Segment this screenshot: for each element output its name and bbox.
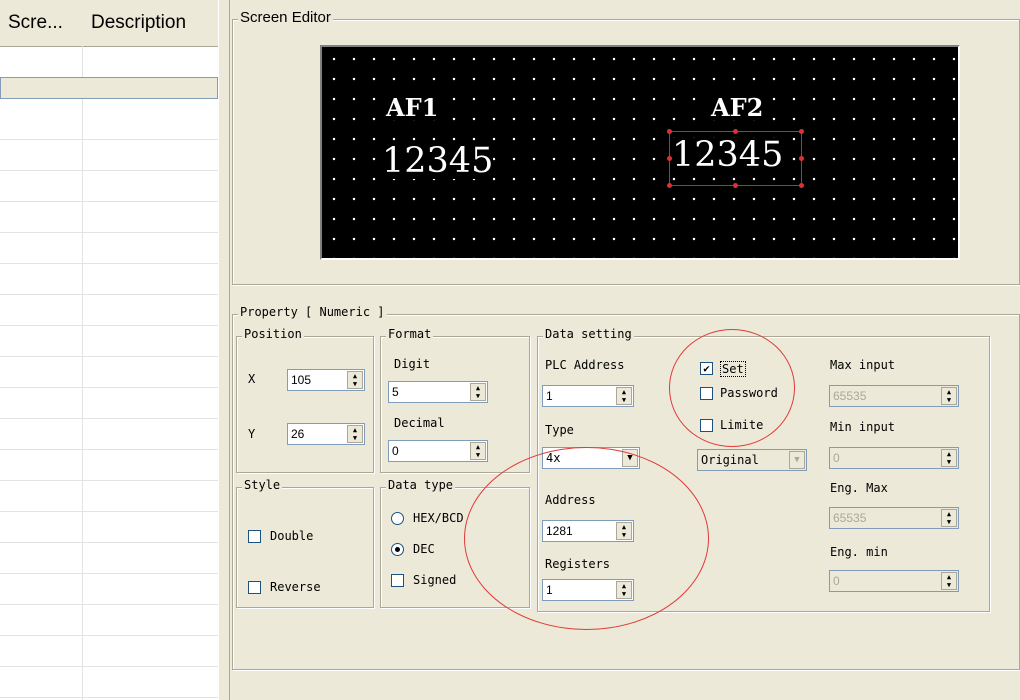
format-title: Format [386,327,434,341]
reverse-checkbox[interactable] [248,581,261,594]
list-row[interactable] [0,263,218,295]
resize-handle[interactable] [799,183,804,188]
y-stepper[interactable]: 26 ▲ ▼ [287,423,365,445]
annotation-circle [669,329,795,447]
list-row[interactable] [0,356,218,388]
text-af2[interactable]: AF2 [711,96,764,120]
list-row[interactable] [0,542,218,574]
spin-icon[interactable]: ▲ ▼ [470,442,486,460]
resize-handle[interactable] [733,183,738,188]
list-row[interactable] [0,480,218,512]
list-row[interactable] [0,170,218,202]
spin-icon[interactable]: ▲ ▼ [347,425,363,443]
list-row[interactable] [0,46,218,78]
spin-icon[interactable]: ▲ ▼ [941,449,957,467]
max-input-value: 65535 [833,389,867,403]
max-input-stepper[interactable]: 65535 ▲ ▼ [829,385,959,407]
eng-max-stepper[interactable]: 65535 ▲ ▼ [829,507,959,529]
resize-handle[interactable] [733,129,738,134]
screen-list[interactable]: Scre... Description [0,0,227,700]
eng-max-label: Eng. Max [830,481,888,495]
type-label: Type [545,423,574,437]
digit-label: Digit [394,357,431,371]
list-row[interactable] [0,573,218,605]
dec-label: DEC [413,542,435,556]
list-row[interactable] [0,418,218,450]
numeric-field-1[interactable]: 12345 [382,144,494,179]
screen-editor-title: Screen Editor [238,9,333,26]
list-row[interactable] [0,232,218,264]
list-row[interactable] [0,604,218,636]
property-title: Property [ Numeric ] [238,305,387,319]
display-mode-value: Original [701,453,759,467]
reverse-label: Reverse [270,580,321,594]
dec-radio[interactable] [391,543,404,556]
min-input-label: Min input [830,420,896,434]
list-row[interactable] [0,666,218,698]
decimal-label: Decimal [394,416,445,430]
list-row[interactable] [0,325,218,357]
resize-handle[interactable] [799,129,804,134]
annotation-circle [464,447,709,630]
list-row[interactable] [0,449,218,481]
min-input-stepper[interactable]: 0 ▲ ▼ [829,447,959,469]
decimal-stepper[interactable]: 0 ▲ ▼ [388,440,488,462]
signed-checkbox[interactable] [391,574,404,587]
hex-bcd-radio[interactable] [391,512,404,525]
plc-address-stepper[interactable]: 1 ▲ ▼ [542,385,634,407]
min-input-value: 0 [833,451,840,465]
position-title: Position [242,327,304,341]
spin-icon[interactable]: ▲ ▼ [470,383,486,401]
y-value: 26 [291,427,305,441]
max-input-label: Max input [830,358,896,372]
signed-label: Signed [413,573,457,587]
x-value: 105 [291,373,312,387]
list-row[interactable] [0,511,218,543]
style-title: Style [242,478,283,492]
list-row-selected[interactable] [0,77,218,99]
spin-icon[interactable]: ▲ ▼ [941,509,957,527]
resize-handle[interactable] [667,129,672,134]
decimal-value: 0 [392,444,399,458]
position-group: Position [236,327,374,473]
chevron-down-icon[interactable]: ▼ [789,451,805,469]
text-af1[interactable]: AF1 [386,96,439,120]
list-row[interactable] [0,108,218,140]
eng-min-label: Eng. min [830,545,888,559]
spin-icon[interactable]: ▲ ▼ [347,371,363,389]
spin-icon[interactable]: ▲ ▼ [941,572,957,590]
display-mode-select[interactable]: Original ▼ [697,449,807,471]
resize-handle[interactable] [799,156,804,161]
double-label: Double [270,529,314,543]
list-row[interactable] [0,139,218,171]
spin-icon[interactable]: ▲ ▼ [941,387,957,405]
eng-max-value: 65535 [833,511,867,525]
digit-value: 5 [392,385,399,399]
x-label: X [248,372,256,386]
spin-icon[interactable]: ▲ ▼ [616,387,632,405]
column-header-description-label: Description [91,12,187,33]
column-header-screen[interactable]: Scre... [0,0,92,47]
list-row[interactable] [0,201,218,233]
double-checkbox[interactable] [248,530,261,543]
plc-address-value: 1 [546,389,553,403]
plc-address-label: PLC Address [545,358,625,372]
list-row[interactable] [0,635,218,667]
column-header-screen-label: Scre... [8,12,63,33]
data-setting-title: Data setting [543,327,634,341]
resize-handle[interactable] [667,183,672,188]
digit-stepper[interactable]: 5 ▲ ▼ [388,381,488,403]
column-header-description[interactable]: Description [83,0,227,47]
x-stepper[interactable]: 105 ▲ ▼ [287,369,365,391]
hex-bcd-label: HEX/BCD [413,511,464,525]
resize-handle[interactable] [667,156,672,161]
splitter[interactable] [218,0,230,700]
data-type-title: Data type [386,478,456,492]
list-row[interactable] [0,294,218,326]
eng-min-value: 0 [833,574,840,588]
y-label: Y [248,427,256,441]
eng-min-stepper[interactable]: 0 ▲ ▼ [829,570,959,592]
list-row[interactable] [0,387,218,419]
selection-box[interactable] [669,131,802,186]
